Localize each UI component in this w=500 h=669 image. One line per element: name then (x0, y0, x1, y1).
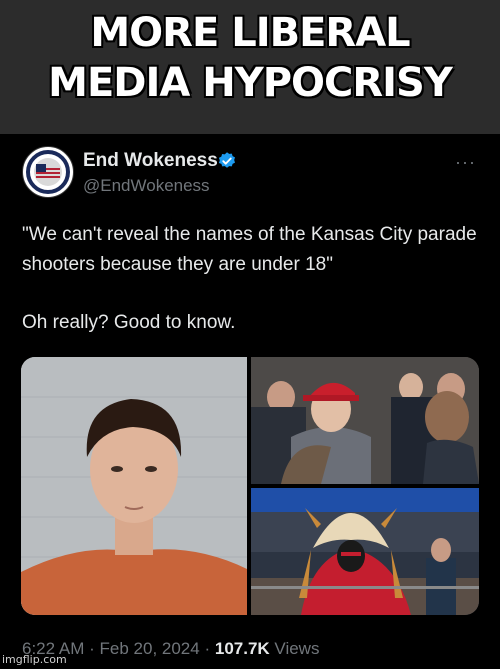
caption-line-1: MORE LIBERAL (90, 10, 410, 56)
caption-line-2: MEDIA HYPOCRISY (48, 60, 453, 106)
imgflip-watermark: imgflip.com (2, 653, 67, 666)
views-count[interactable]: 107.7K (215, 639, 270, 658)
verified-badge-icon (218, 152, 235, 168)
media-photo-stadium-fan[interactable] (251, 488, 479, 615)
avatar[interactable] (22, 146, 74, 198)
media-photo-crowd[interactable] (251, 357, 479, 484)
media-grid (21, 357, 479, 615)
views-label: Views (274, 639, 320, 658)
tweet-card: End Wokeness @EndWokeness ··· "We can't … (0, 134, 500, 669)
more-options-icon[interactable]: ··· (455, 152, 476, 173)
tweet-text: "We can't reveal the names of the Kansas… (22, 220, 482, 338)
media-photo-mugshot[interactable] (21, 357, 247, 615)
meme-caption: MORE LIBERAL MEDIA HYPOCRISY (0, 0, 500, 134)
meta-separator: · (89, 639, 95, 658)
tweet-text-comment: Oh really? Good to know. (22, 312, 236, 333)
display-name[interactable]: End Wokeness (83, 150, 218, 172)
handle[interactable]: @EndWokeness (83, 176, 210, 196)
tweet-date[interactable]: Feb 20, 2024 (100, 639, 200, 658)
meta-separator: · (204, 639, 211, 658)
badge-logo-icon (24, 148, 72, 196)
tweet-text-quote: "We can't reveal the names of the Kansas… (22, 224, 477, 275)
